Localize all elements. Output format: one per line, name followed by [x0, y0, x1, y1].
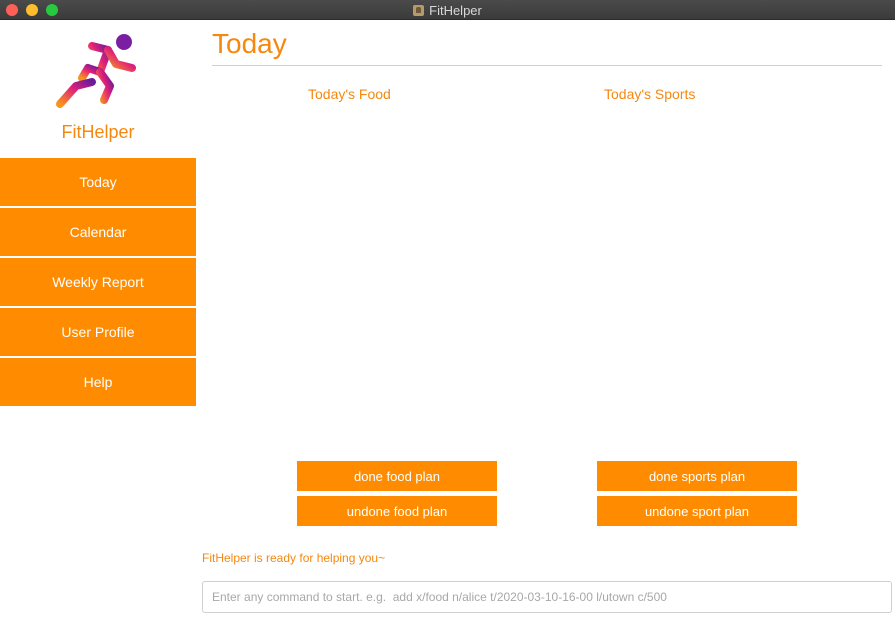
window-title: FitHelper [429, 2, 482, 18]
sidebar-item-today[interactable]: Today [0, 158, 196, 208]
sidebar-item-calendar[interactable]: Calendar [0, 208, 196, 258]
app-document-icon [413, 4, 425, 16]
running-person-icon [56, 34, 136, 108]
app-window: FitHelper FitHelper Today Calendar Weekl… [0, 0, 895, 618]
todays-sports-label: Today's Sports [604, 86, 696, 102]
window-title-group: FitHelper [0, 0, 895, 20]
done-sports-plan-button[interactable]: done sports plan [597, 461, 797, 491]
todays-food-label: Today's Food [308, 86, 391, 102]
sidebar-item-help[interactable]: Help [0, 358, 196, 408]
sidebar-item-weekly-report[interactable]: Weekly Report [0, 258, 196, 308]
title-divider [212, 65, 882, 66]
page-title: Today [212, 28, 287, 59]
brand-name: FitHelper [61, 122, 135, 142]
sidebar-item-user-profile[interactable]: User Profile [0, 308, 196, 358]
undone-sport-plan-button[interactable]: undone sport plan [597, 496, 797, 526]
done-food-plan-button[interactable]: done food plan [297, 461, 497, 491]
undone-food-plan-button[interactable]: undone food plan [297, 496, 497, 526]
sidebar: FitHelper Today Calendar Weekly Report U… [0, 20, 196, 618]
command-input[interactable] [202, 581, 892, 613]
title-bar[interactable]: FitHelper [0, 0, 895, 20]
status-message: FitHelper is ready for helping you~ [202, 551, 386, 565]
sidebar-nav: Today Calendar Weekly Report User Profil… [0, 158, 196, 408]
